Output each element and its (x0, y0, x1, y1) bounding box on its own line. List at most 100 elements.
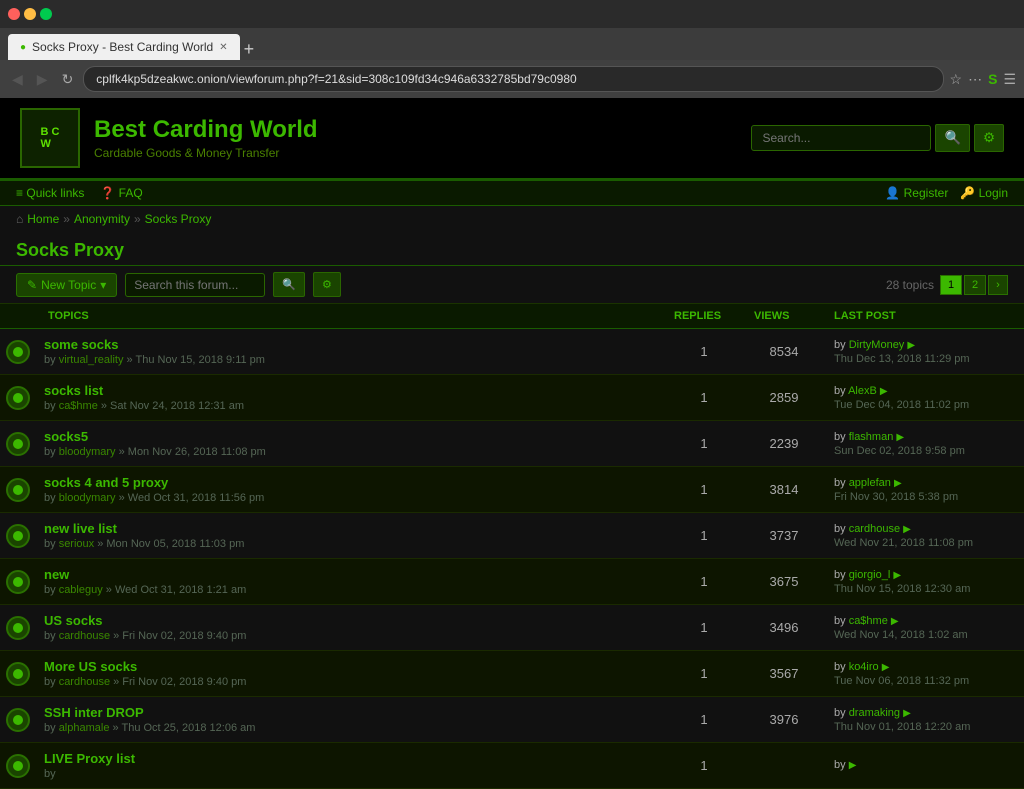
topic-author-link[interactable]: ca$hme (59, 400, 98, 412)
lastpost-arrow: ▶ (894, 478, 902, 489)
topic-title-link[interactable]: some socks (44, 337, 658, 352)
lastpost-date: Thu Nov 01, 2018 12:20 am (834, 721, 1014, 733)
topic-author-link[interactable]: cardhouse (59, 676, 110, 688)
topic-author-link[interactable]: bloodymary (59, 446, 116, 458)
breadcrumb-anonymity[interactable]: Anonymity (74, 212, 130, 226)
forward-button[interactable]: ▶ (33, 69, 52, 90)
topic-views: 3496 (744, 605, 824, 651)
topic-title-link[interactable]: SSH inter DROP (44, 705, 658, 720)
topic-author-link[interactable]: alphamale (59, 722, 110, 734)
menu-icon[interactable]: ⋯ (968, 71, 982, 88)
quick-links-button[interactable]: ≡ Quick links (16, 186, 84, 200)
lastpost-user-link[interactable]: cardhouse (849, 523, 900, 535)
topic-views: 2239 (744, 421, 824, 467)
lastpost-user-link[interactable]: DirtyMoney (849, 339, 905, 351)
page-1-button[interactable]: 1 (940, 275, 962, 295)
window-close-button[interactable] (8, 8, 20, 20)
topic-author-link[interactable]: serioux (59, 538, 94, 550)
lastpost-info: by giorgio_l ▶ (834, 569, 1014, 581)
topic-title-cell: some socks by virtual_reality » Thu Nov … (38, 329, 664, 375)
forum-icon-inner (13, 347, 23, 357)
site-search-input[interactable] (751, 125, 931, 151)
topic-meta: by serioux » Mon Nov 05, 2018 11:03 pm (44, 538, 658, 550)
lastpost-info: by applefan ▶ (834, 477, 1014, 489)
forum-icon-inner (13, 715, 23, 725)
new-topic-button[interactable]: ✎ New Topic ▾ (16, 273, 117, 297)
lastpost-user-link[interactable]: AlexB (848, 385, 877, 397)
topic-author-link[interactable]: cableguy (59, 584, 103, 596)
lastpost-info: by DirtyMoney ▶ (834, 339, 1014, 351)
lastpost-info: by flashman ▶ (834, 431, 1014, 443)
topic-replies: 1 (664, 513, 744, 559)
home-icon: ⌂ (16, 212, 23, 226)
navigation-bar: ≡ Quick links ❓ FAQ 👤 Register 🔑 Login (0, 180, 1024, 206)
search-forum-button[interactable]: 🔍 (273, 272, 305, 297)
window-minimize-button[interactable] (24, 8, 36, 20)
topic-replies: 1 (664, 559, 744, 605)
search-forum-input[interactable] (125, 273, 265, 297)
topic-author-link[interactable]: virtual_reality (59, 354, 124, 366)
window-maximize-button[interactable] (40, 8, 52, 20)
topic-lastpost: by cardhouse ▶ Wed Nov 21, 2018 11:08 pm (824, 513, 1024, 559)
lastpost-user-link[interactable]: ko4iro (849, 661, 879, 673)
sync-icon[interactable]: S (988, 71, 997, 87)
login-link[interactable]: 🔑 Login (960, 186, 1008, 200)
topic-icon-cell (0, 605, 38, 651)
refresh-button[interactable]: ↻ (58, 69, 78, 90)
table-row: socks list by ca$hme » Sat Nov 24, 2018 … (0, 375, 1024, 421)
register-link[interactable]: 👤 Register (885, 186, 948, 200)
breadcrumb-sep-2: » (134, 212, 141, 226)
breadcrumb-socks-proxy[interactable]: Socks Proxy (145, 212, 212, 226)
bookmark-icon[interactable]: ☆ (950, 71, 963, 88)
topic-title-cell: socks 4 and 5 proxy by bloodymary » Wed … (38, 467, 664, 513)
next-page-button[interactable]: › (988, 275, 1008, 295)
forum-icon (6, 570, 30, 594)
tab-close-button[interactable]: ✕ (219, 42, 227, 53)
forum-icon-inner (13, 577, 23, 587)
topic-title-link[interactable]: socks list (44, 383, 658, 398)
new-tab-button[interactable]: + (244, 39, 255, 60)
topic-icon-cell (0, 467, 38, 513)
page-2-button[interactable]: 2 (964, 275, 986, 295)
url-input[interactable] (83, 66, 943, 92)
forum-icon-inner (13, 531, 23, 541)
topic-title-cell: socks5 by bloodymary » Mon Nov 26, 2018 … (38, 421, 664, 467)
faq-link[interactable]: ❓ FAQ (100, 186, 142, 200)
lastpost-user-link[interactable]: applefan (849, 477, 891, 489)
back-button[interactable]: ◀ (8, 69, 27, 90)
forum-icon-inner (13, 761, 23, 771)
lastpost-info: by ko4iro ▶ (834, 661, 1014, 673)
forum-icon (6, 432, 30, 456)
page-content: B CW Best Carding World Cardable Goods &… (0, 98, 1024, 789)
browser-tab[interactable]: ● Socks Proxy - Best Carding World ✕ (8, 34, 240, 60)
extensions-icon[interactable]: ☰ (1003, 71, 1016, 88)
lastpost-user-link[interactable]: flashman (849, 431, 894, 443)
topic-title-link[interactable]: LIVE Proxy list (44, 751, 658, 766)
forum-icon (6, 478, 30, 502)
topic-title-link[interactable]: new (44, 567, 658, 582)
forum-icon-inner (13, 669, 23, 679)
site-search-button[interactable]: 🔍 (935, 124, 970, 152)
lastpost-arrow: ▶ (903, 524, 911, 535)
topic-title-cell: new by cableguy » Wed Oct 31, 2018 1:21 … (38, 559, 664, 605)
lastpost-user-link[interactable]: giorgio_l (849, 569, 891, 581)
lastpost-user-link[interactable]: dramaking (849, 707, 900, 719)
search-settings-button[interactable]: ⚙ (974, 124, 1004, 152)
breadcrumb-home[interactable]: Home (27, 212, 59, 226)
site-title: Best Carding World (94, 116, 318, 144)
topic-title-link[interactable]: US socks (44, 613, 658, 628)
topic-title-link[interactable]: More US socks (44, 659, 658, 674)
topic-title-link[interactable]: socks5 (44, 429, 658, 444)
lastpost-user-link[interactable]: ca$hme (849, 615, 888, 627)
topic-title-link[interactable]: new live list (44, 521, 658, 536)
topic-title-cell: SSH inter DROP by alphamale » Thu Oct 25… (38, 697, 664, 743)
table-row: new live list by serioux » Mon Nov 05, 2… (0, 513, 1024, 559)
topic-replies: 1 (664, 375, 744, 421)
topic-title-link[interactable]: socks 4 and 5 proxy (44, 475, 658, 490)
topic-author-link[interactable]: bloodymary (59, 492, 116, 504)
forum-search-settings-button[interactable]: ⚙ (313, 272, 341, 297)
lastpost-arrow: ▶ (896, 432, 904, 443)
site-logo: B CW (20, 108, 80, 168)
site-header: B CW Best Carding World Cardable Goods &… (0, 98, 1024, 180)
topic-author-link[interactable]: cardhouse (59, 630, 110, 642)
